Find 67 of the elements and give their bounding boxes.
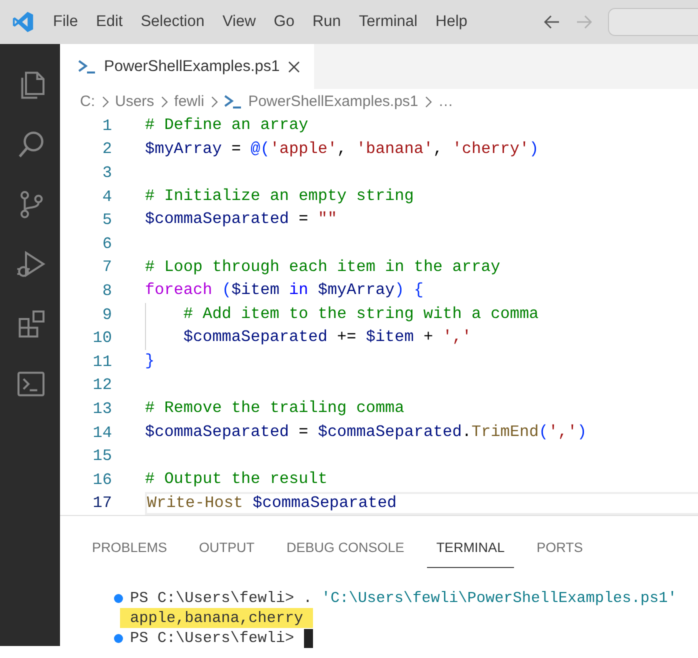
run-debug-icon[interactable] <box>16 249 46 279</box>
menu-item[interactable]: Selection <box>132 9 214 35</box>
breadcrumb-item[interactable]: PowerShellExamples.ps1 <box>248 93 418 110</box>
powershell-icon <box>224 94 242 108</box>
line-number: 6 <box>101 234 113 253</box>
command-center-field[interactable] <box>608 8 698 36</box>
close-icon[interactable] <box>288 60 300 72</box>
editor-tab[interactable]: PowerShellExamples.ps1 <box>60 44 314 89</box>
line-number: 8 <box>101 282 113 300</box>
line-number: 1 <box>101 116 113 135</box>
extensions-icon[interactable] <box>16 309 46 339</box>
terminal-line: PS C:\Users\fewli> <box>129 629 296 648</box>
line-number: 13 <box>92 400 113 418</box>
line-number: 15 <box>92 447 113 466</box>
code-line: # Add item to the string with a comma <box>145 302 698 326</box>
powershell-icon <box>78 60 96 74</box>
panel-tab[interactable]: DEBUG CONSOLE <box>278 528 414 568</box>
menu-item[interactable]: Edit <box>86 9 132 35</box>
code-line: # Initialize an empty string <box>145 186 415 207</box>
back-arrow-icon[interactable] <box>544 15 560 29</box>
menu-item[interactable]: View <box>213 9 265 35</box>
code-line: foreach ($item in $myArray) { <box>145 280 424 302</box>
line-number: 12 <box>92 376 113 394</box>
code-line: # Remove the trailing comma <box>145 398 406 420</box>
chevron-icon <box>210 96 218 108</box>
breadcrumb-item[interactable]: C: <box>80 93 95 110</box>
breadcrumb-item[interactable]: Users <box>115 93 154 110</box>
code-line: $myArray = @('apple', 'banana', 'cherry') <box>145 138 540 160</box>
menu-item[interactable]: Help <box>426 9 476 35</box>
app-logo-icon <box>12 11 34 33</box>
menu-item[interactable]: Terminal <box>350 9 426 35</box>
code-line: $commaSeparated += $item + ',' <box>145 326 698 350</box>
line-number: 2 <box>101 140 113 158</box>
code-line: $commaSeparated = "" <box>145 209 338 230</box>
breadcrumb-item[interactable]: fewli <box>174 93 204 110</box>
line-number: 10 <box>92 329 113 348</box>
menu-item[interactable]: Go <box>264 9 304 35</box>
chevron-icon <box>424 96 432 108</box>
chevron-icon <box>160 96 168 108</box>
line-number: 17 <box>92 494 113 512</box>
panel-tab[interactable]: OUTPUT <box>190 528 264 568</box>
chevron-icon <box>101 96 109 108</box>
code-line: $commaSeparated = $commaSeparated.TrimEnd(',') <box>145 422 588 443</box>
terminal-icon[interactable] <box>16 369 46 399</box>
line-number: 9 <box>101 306 113 324</box>
menu-item[interactable]: Run <box>303 9 350 35</box>
terminal-line: PS C:\Users\fewli> . 'C:\Users\fewli\PowerShellExamples.ps1' <box>129 589 678 608</box>
line-number: 11 <box>92 352 113 371</box>
panel-tab[interactable]: PROBLEMS <box>83 528 176 568</box>
search-icon[interactable] <box>16 129 46 159</box>
panel-tab[interactable]: PORTS <box>528 528 592 568</box>
code-line: # Define an array <box>145 115 310 136</box>
line-number: 14 <box>92 424 113 442</box>
code-line: } <box>145 350 156 372</box>
line-number: 5 <box>101 211 113 230</box>
command-status-dot[interactable] <box>114 634 123 643</box>
menu-item[interactable]: File <box>44 9 87 35</box>
line-number: 3 <box>101 164 113 182</box>
code-line: # Loop through each item in the array <box>145 256 502 278</box>
code-line: Write-Host $commaSeparated <box>145 492 698 516</box>
line-number: 16 <box>92 470 113 489</box>
command-status-dot[interactable] <box>114 594 123 603</box>
line-number: 4 <box>101 188 113 206</box>
breadcrumb-item[interactable]: … <box>438 93 454 110</box>
code-line: # Output the result <box>145 468 328 490</box>
line-number: 7 <box>101 258 113 276</box>
panel-tab[interactable]: TERMINAL <box>427 528 514 568</box>
